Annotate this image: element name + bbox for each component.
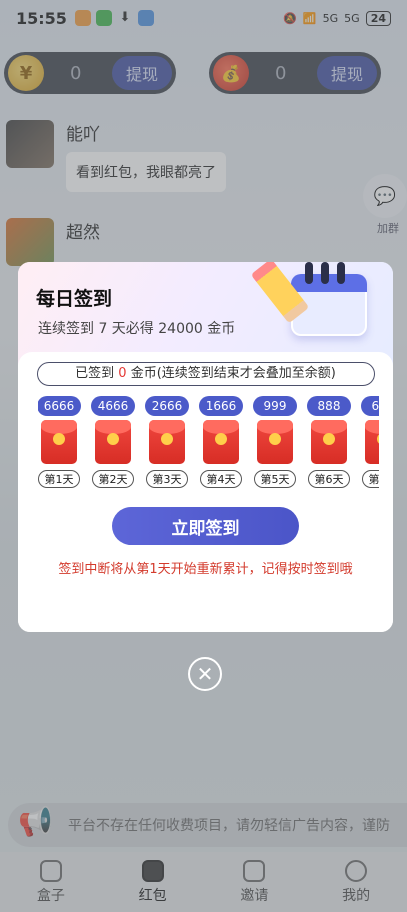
envelope-seal xyxy=(269,433,281,445)
day-reward-amount: 1666 xyxy=(199,396,243,416)
day-label: 第5天 xyxy=(254,470,296,488)
envelope-seal xyxy=(377,433,379,445)
day-label: 第6天 xyxy=(308,470,350,488)
day-label: 第3天 xyxy=(146,470,188,488)
summary-prefix: 已签到 xyxy=(75,366,119,381)
day-rewards-track: 6666 第1天 4666 第2天 2666 第3天 1666 第4天 999 第5天 888 第6天… xyxy=(38,396,379,488)
day-reward-amount: 999 xyxy=(253,396,297,416)
dialog-body: 已签到 0 金币(连续签到结束才会叠加至余额) 6666 第1天 4666 第2天 26… xyxy=(18,352,393,632)
day-reward-item: 1666 第4天 xyxy=(199,396,243,488)
red-envelope-icon xyxy=(95,420,131,464)
day-label: 第2天 xyxy=(92,470,134,488)
envelope-seal xyxy=(215,433,227,445)
day-reward-item: 4666 第2天 xyxy=(91,396,135,488)
envelope-seal xyxy=(161,433,173,445)
red-envelope-icon xyxy=(365,420,379,464)
calendar-ring xyxy=(321,262,329,284)
calendar-icon xyxy=(250,262,377,348)
red-envelope-icon xyxy=(41,420,77,464)
day-reward-item: 6666 第1天 xyxy=(38,396,81,488)
day-reward-item: 2666 第3天 xyxy=(145,396,189,488)
day-reward-amount: 888 xyxy=(307,396,351,416)
streak-warning: 签到中断将从第1天开始重新累计，记得按时签到哦 xyxy=(58,562,353,577)
red-envelope-icon xyxy=(203,420,239,464)
calendar-ring xyxy=(305,262,313,284)
checkin-summary: 已签到 0 金币(连续签到结束才会叠加至余额) xyxy=(36,362,375,386)
dialog-subtitle: 连续签到 7 天必得 24000 金币 xyxy=(38,321,236,337)
day-reward-amount: 6666 xyxy=(38,396,81,416)
day-rewards-list[interactable]: 6666 第1天 4666 第2天 2666 第3天 1666 第4天 999 第5天 888 第6天… xyxy=(38,396,379,492)
envelope-seal xyxy=(107,433,119,445)
day-label: 第4天 xyxy=(200,470,242,488)
sign-in-button[interactable]: 立即签到 xyxy=(112,507,299,545)
envelope-seal xyxy=(53,433,65,445)
day-reward-item: 999 第5天 xyxy=(253,396,297,488)
close-icon[interactable]: ✕ xyxy=(188,657,222,691)
day-reward-item: 666 第7天 xyxy=(361,396,379,488)
day-reward-item: 888 第6天 xyxy=(307,396,351,488)
day-reward-amount: 2666 xyxy=(145,396,189,416)
day-reward-amount: 4666 xyxy=(91,396,135,416)
red-envelope-icon xyxy=(257,420,293,464)
calendar-top xyxy=(291,274,367,292)
calendar-ring xyxy=(337,262,345,284)
day-label: 第1天 xyxy=(38,470,80,488)
red-envelope-icon xyxy=(311,420,347,464)
summary-suffix: 金币(连续签到结束才会叠加至余额) xyxy=(126,366,336,381)
dialog-title: 每日签到 xyxy=(36,288,113,310)
summary-value: 0 xyxy=(118,366,127,381)
daily-checkin-dialog: 每日签到 连续签到 7 天必得 24000 金币 已签到 0 金币(连续签到结束… xyxy=(18,262,393,632)
day-reward-amount: 666 xyxy=(361,396,379,416)
red-envelope-icon xyxy=(149,420,185,464)
day-label: 第7天 xyxy=(362,470,379,488)
envelope-seal xyxy=(323,433,335,445)
